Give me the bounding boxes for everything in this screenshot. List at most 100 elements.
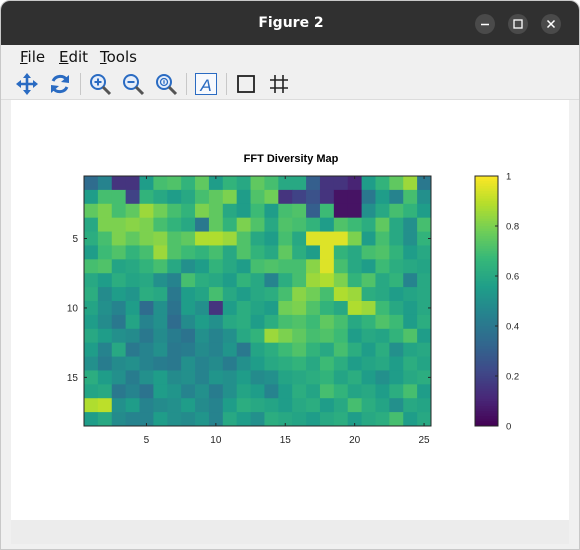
colorbar-segment [475,276,498,279]
heatmap-cell [236,398,251,413]
heatmap-cell [361,356,376,371]
heatmap-cell [181,328,196,344]
heatmap-cell [264,412,279,427]
colorbar-segment [475,278,498,282]
heatmap-cell [222,342,238,357]
colorbar-segment [475,206,498,209]
heatmap-cell [139,217,154,232]
heatmap-cell [97,287,113,302]
heatmap-cell [195,370,210,385]
heatmap-cell [97,245,113,260]
heatmap-cell [361,384,376,399]
heatmap-cell [306,356,321,371]
heatmap-cell [167,259,182,274]
heatmap-cell [306,176,321,191]
heatmap-cell [389,342,404,357]
heatmap-cell [153,217,168,232]
heatmap-cell [389,356,404,371]
heatmap-cell [195,245,210,260]
heatmap-cell [195,384,210,399]
heatmap-cell [333,203,349,219]
colorbar-segment [475,196,498,199]
heatmap-cell [417,398,432,413]
colorbar-segment [475,246,498,249]
heatmap-cell [208,356,224,371]
heatmap-cell [319,189,335,205]
heatmap-cell [167,203,182,219]
heatmap-cell [389,231,404,246]
heatmap-cell [292,356,307,371]
heatmap-cell [153,245,168,260]
heatmap-cell [417,384,432,399]
heatmap-cell [222,259,238,274]
colorbar-segment [475,408,498,412]
heatmap-cell [125,384,140,399]
colorbar-segment [475,201,498,204]
heatmap-cell [306,203,321,219]
heatmap-cell [375,176,390,191]
heatmap-cell [389,314,404,330]
heatmap-cell [125,301,140,316]
colorbar-tick-label: 0.2 [506,372,519,383]
heatmap-cell [389,259,404,274]
heatmap-cell [306,342,321,357]
colorbar-segment [475,311,498,314]
heatmap-cell [347,301,362,316]
colorbar-segment [475,326,498,329]
heatmap-cell [97,203,113,219]
heatmap-cell [361,273,376,288]
colorbar-segment [475,228,498,232]
heatmap-cell [222,412,238,427]
x-tick-label: 5 [144,435,150,446]
heatmap-cell [84,384,99,399]
heatmap-cell [139,370,154,385]
colorbar-segment [475,371,498,374]
heatmap-cell [347,245,362,260]
heatmap-cell [167,189,182,205]
heatmap-cell [417,259,432,274]
heatmap-cell [319,398,335,413]
heatmap-cell [195,398,210,413]
heatmap-cell [292,370,307,385]
heatmap-cell [97,301,113,316]
heatmap-cell [250,301,265,316]
heatmap-cell [222,398,238,413]
heatmap-cell [361,245,376,260]
heatmap-cell [375,245,390,260]
heatmap-cell [264,301,279,316]
heatmap-cell [195,231,210,246]
heatmap-cell [292,412,307,427]
heatmap-cell [111,245,127,260]
heatmap-cell [375,259,390,274]
colorbar-segment [475,281,498,284]
heatmap-cell [375,217,390,232]
heatmap-cell [417,217,432,232]
heatmap-cell [195,328,210,344]
heatmap-cell [264,370,279,385]
heatmap-cell [417,203,432,219]
colorbar-segment [475,198,498,202]
heatmap-cell [250,287,265,302]
figure-window: Figure 2 File Edit Tools A FFT Diversity… [0,0,580,550]
heatmap-cell [319,314,335,330]
heatmap-cell [222,203,238,219]
heatmap-cell [250,176,265,191]
heatmap-cell [195,189,210,205]
heatmap-cell [84,203,99,219]
heatmap-cell [125,398,140,413]
heatmap-cell [278,384,293,399]
heatmap-cell [195,287,210,302]
heatmap-cell [347,398,362,413]
heatmap-cell [125,231,140,246]
colorbar-segment [475,328,498,332]
heatmap-cell [292,328,307,344]
colorbar-segment [475,178,498,182]
heatmap-cell [403,314,418,330]
heatmap-cell [208,301,224,316]
colorbar-segment [475,333,498,337]
colorbar-segment [475,301,498,304]
heatmap-cell [222,370,238,385]
heatmap-cell [375,203,390,219]
x-tick-label: 15 [280,435,292,446]
colorbar-segment [475,421,498,424]
